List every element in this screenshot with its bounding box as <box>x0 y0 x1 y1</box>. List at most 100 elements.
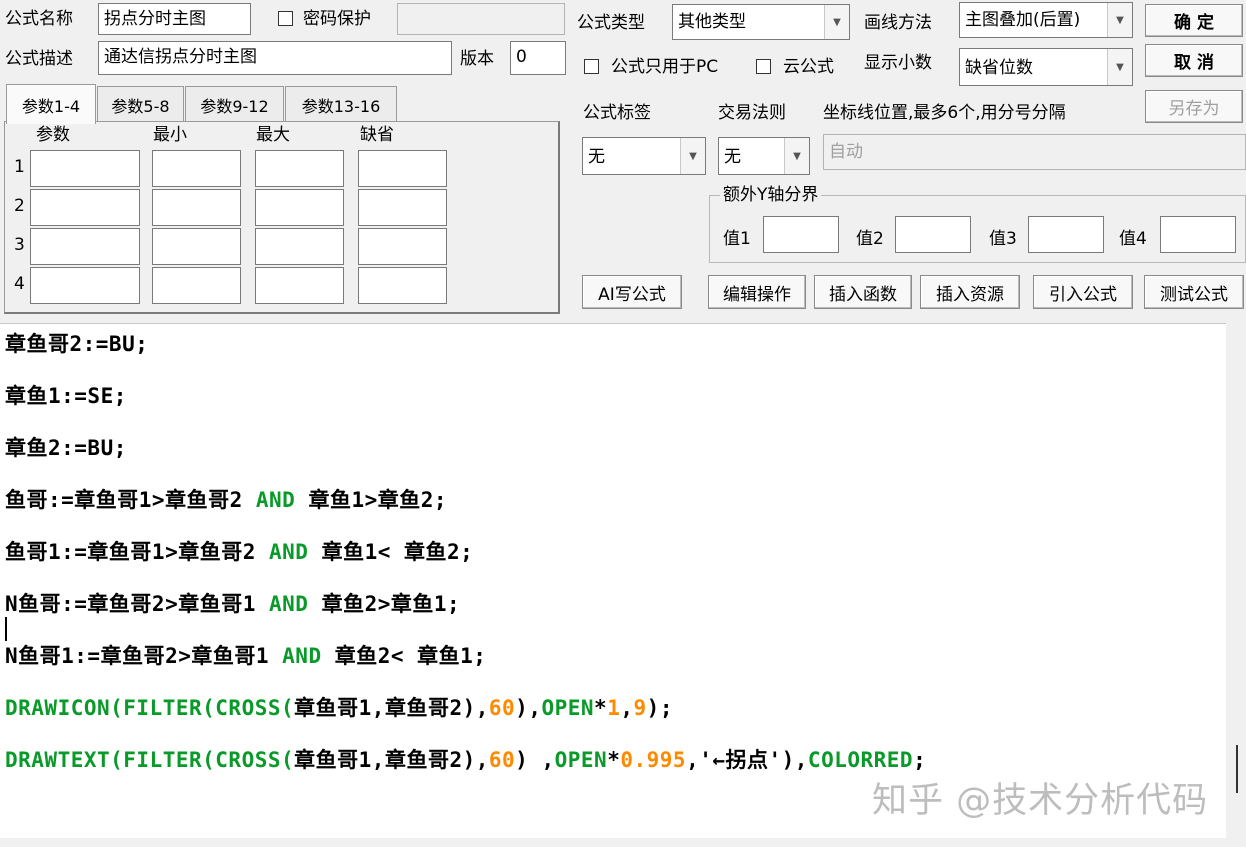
param-row-number: 2 <box>14 196 25 216</box>
code-text: N鱼哥:=章鱼哥2>章鱼哥1 <box>5 592 270 616</box>
tab-params-5-8[interactable]: 参数5-8 <box>97 86 184 122</box>
param-default-input[interactable] <box>358 189 447 226</box>
param-min-input[interactable] <box>152 228 241 265</box>
code-text: ); <box>646 696 673 720</box>
code-keyword: DRAWTEXT(FILTER(CROSS( <box>5 748 295 772</box>
save-as-button[interactable]: 另存为 <box>1145 90 1243 123</box>
test-formula-button[interactable]: 测试公式 <box>1144 275 1244 309</box>
code-number: 60 <box>488 696 516 720</box>
param-name-input[interactable] <box>30 189 140 226</box>
decimals-select[interactable]: 缺省位数 ▼ <box>959 48 1133 86</box>
param-row-number: 3 <box>14 235 25 255</box>
decimals-label: 显示小数 <box>864 53 932 73</box>
param-default-input[interactable] <box>358 267 447 304</box>
code-text: 章鱼2>章鱼1; <box>308 592 461 616</box>
col-default-header: 缺省 <box>360 125 394 145</box>
code-keyword: AND <box>282 644 322 668</box>
chevron-down-icon[interactable]: ▼ <box>784 138 809 174</box>
value1-input[interactable] <box>763 216 839 253</box>
import-formula-button[interactable]: 引入公式 <box>1033 275 1133 309</box>
formula-name-input[interactable]: 拐点分时主图 <box>98 3 251 35</box>
chevron-down-icon[interactable]: ▼ <box>824 5 849 39</box>
formula-type-select[interactable]: 其他类型 ▼ <box>672 4 850 40</box>
param-min-input[interactable] <box>152 189 241 226</box>
param-max-input[interactable] <box>255 150 344 187</box>
scrollbar-indicator[interactable] <box>1236 745 1238 793</box>
draw-method-value: 主图叠加(后置) <box>965 10 1081 30</box>
param-max-input[interactable] <box>255 228 344 265</box>
code-number: 60 <box>488 748 516 772</box>
formula-desc-label: 公式描述 <box>5 49 73 69</box>
code-text: 章鱼1< 章鱼2; <box>308 540 474 564</box>
chevron-down-icon[interactable]: ▼ <box>1107 3 1132 37</box>
trade-rule-select[interactable]: 无 ▼ <box>718 137 810 175</box>
col-max-header: 最大 <box>256 125 290 145</box>
param-min-input[interactable] <box>152 150 241 187</box>
code-line: 章鱼1:=SE; <box>5 382 127 410</box>
formula-tag-select[interactable]: 无 ▼ <box>582 137 706 175</box>
version-label: 版本 <box>460 49 494 69</box>
col-param-header: 参数 <box>36 125 70 145</box>
cloud-label: 云公式 <box>783 57 834 77</box>
param-default-input[interactable] <box>358 150 447 187</box>
code-text: ; <box>913 748 927 772</box>
code-text: 鱼哥1:=章鱼哥1>章鱼哥2 <box>5 540 270 564</box>
code-line: 鱼哥:=章鱼哥1>章鱼哥2 AND 章鱼1>章鱼2; <box>5 486 447 514</box>
code-text: ) , <box>515 748 555 772</box>
param-row-number: 4 <box>14 274 25 294</box>
code-line: 章鱼2:=BU; <box>5 434 127 462</box>
formula-name-label: 公式名称 <box>5 9 73 29</box>
code-text: * <box>607 748 621 772</box>
code-line: 鱼哥1:=章鱼哥1>章鱼哥2 AND 章鱼1< 章鱼2; <box>5 538 473 566</box>
axis-position-input[interactable]: 自动 <box>823 134 1246 170</box>
watermark: 知乎 @技术分析代码 <box>872 781 1209 821</box>
code-text: 鱼哥:=章鱼哥1>章鱼哥2 <box>5 488 256 512</box>
tab-params-13-16[interactable]: 参数13-16 <box>285 86 397 122</box>
formula-desc-input[interactable]: 通达信拐点分时主图 <box>98 41 452 75</box>
tab-params-9-12[interactable]: 参数9-12 <box>185 86 284 122</box>
param-name-input[interactable] <box>30 228 140 265</box>
code-line: DRAWTEXT(FILTER(CROSS(章鱼哥1,章鱼哥2),60) ,OP… <box>5 746 926 774</box>
code-keyword: DRAWICON(FILTER(CROSS( <box>5 696 295 720</box>
tab-params-1-4[interactable]: 参数1-4 <box>6 84 96 124</box>
code-keyword: AND <box>269 592 309 616</box>
insert-function-button[interactable]: 插入函数 <box>814 275 912 309</box>
code-text: 章鱼2< 章鱼1; <box>321 644 487 668</box>
chevron-down-icon[interactable]: ▼ <box>680 138 705 174</box>
cloud-checkbox[interactable] <box>756 59 771 74</box>
value2-input[interactable] <box>895 216 971 253</box>
value1-label: 值1 <box>723 229 751 249</box>
value4-label: 值4 <box>1119 229 1147 249</box>
code-text: 章鱼哥1,章鱼哥2), <box>294 748 489 772</box>
param-max-input[interactable] <box>255 189 344 226</box>
password-checkbox[interactable] <box>278 11 293 26</box>
code-text: * <box>594 696 608 720</box>
value3-input[interactable] <box>1028 216 1104 253</box>
value4-input[interactable] <box>1160 216 1236 253</box>
formula-type-value: 其他类型 <box>678 12 746 32</box>
param-min-input[interactable] <box>152 267 241 304</box>
draw-method-label: 画线方法 <box>864 13 932 33</box>
formula-type-label: 公式类型 <box>577 13 645 33</box>
param-name-input[interactable] <box>30 150 140 187</box>
draw-method-select[interactable]: 主图叠加(后置) ▼ <box>959 2 1133 38</box>
insert-resource-button[interactable]: 插入资源 <box>920 275 1020 309</box>
code-text: 章鱼1:=SE; <box>5 384 127 408</box>
axis-position-label: 坐标线位置,最多6个,用分号分隔 <box>823 103 1066 123</box>
trade-rule-label: 交易法则 <box>718 103 786 123</box>
param-default-input[interactable] <box>358 228 447 265</box>
edit-operation-button[interactable]: 编辑操作 <box>708 275 806 309</box>
cancel-button[interactable]: 取 消 <box>1145 44 1243 77</box>
code-text: , <box>620 696 634 720</box>
value2-label: 值2 <box>856 229 884 249</box>
code-keyword: AND <box>255 488 296 512</box>
pc-only-checkbox[interactable] <box>584 59 599 74</box>
param-name-input[interactable] <box>30 267 140 304</box>
code-keyword: AND <box>269 540 309 564</box>
version-input[interactable]: 0 <box>510 41 566 75</box>
chevron-down-icon[interactable]: ▼ <box>1107 49 1132 85</box>
param-max-input[interactable] <box>255 267 344 304</box>
ok-button[interactable]: 确 定 <box>1145 4 1243 37</box>
ai-formula-button[interactable]: AI写公式 <box>582 275 682 309</box>
col-min-header: 最小 <box>153 125 187 145</box>
